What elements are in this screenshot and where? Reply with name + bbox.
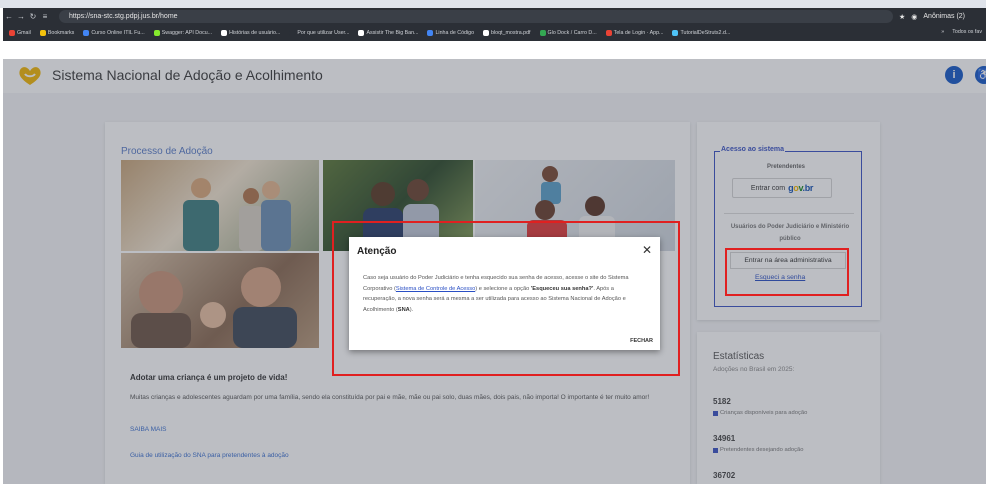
browser-actions: ★ ◉ Anônimas (2) — [899, 10, 965, 23]
login-icon — [605, 30, 612, 36]
bookmark-item[interactable]: Assistir The Big Ban... — [358, 30, 418, 36]
bookmark-item[interactable]: Gmail — [9, 30, 31, 36]
forward-icon[interactable]: → — [15, 12, 27, 21]
star-icon — [39, 30, 46, 36]
bookmarks-right: » Todos os fav — [941, 29, 982, 35]
bookmark-star-icon[interactable]: ★ — [899, 13, 905, 21]
video-icon — [358, 30, 365, 36]
top-strip — [0, 0, 986, 8]
incognito-icon[interactable]: ◉ — [911, 13, 917, 21]
bookmark-item[interactable]: Bookmarks — [39, 30, 74, 36]
gmail-icon — [9, 30, 15, 36]
address-row: ← → ↻ ≡ https://sna-stc.stg.pdpj.jus.br/… — [3, 8, 986, 25]
pdf-icon — [483, 30, 490, 36]
code-icon — [427, 30, 434, 36]
bookmark-item[interactable]: Glo Dock / Carro D... — [539, 30, 597, 36]
overflow-icon[interactable]: » — [941, 29, 944, 35]
profile-label[interactable]: Anônimas (2) — [923, 13, 965, 20]
page-icon — [289, 30, 296, 36]
dock-icon — [539, 30, 546, 36]
browser-chrome: ← → ↻ ≡ https://sna-stc.stg.pdpj.jus.br/… — [3, 8, 986, 41]
url-text: https://sna-stc.stg.pdpj.jus.br/home — [69, 13, 178, 20]
url-bar[interactable]: https://sna-stc.stg.pdpj.jus.br/home — [59, 10, 893, 23]
swagger-icon — [153, 30, 160, 36]
highlight-box — [725, 248, 849, 296]
all-favorites[interactable]: Todos os fav — [952, 29, 982, 35]
bookmark-item[interactable]: Histórias de usuário... — [221, 30, 280, 36]
doc-icon — [221, 30, 228, 36]
bookmark-item[interactable]: TutorialDeStruts2.d... — [672, 30, 730, 36]
bookmark-item[interactable]: bloqt_mostra.pdf — [483, 30, 531, 36]
highlight-box — [332, 221, 680, 376]
bookmark-item[interactable]: Por que utilizar User... — [289, 30, 349, 36]
back-icon[interactable]: ← — [3, 12, 15, 21]
bookmarks-bar: Gmail Bookmarks Curso Online ITIL Fu... … — [3, 26, 986, 40]
course-icon — [83, 30, 90, 36]
reload-icon[interactable]: ↻ — [27, 12, 39, 21]
screenshot-frame: ← → ↻ ≡ https://sna-stc.stg.pdpj.jus.br/… — [0, 0, 986, 484]
bookmark-item[interactable]: Swagger: API Docu... — [153, 30, 212, 36]
tutorial-icon — [672, 30, 679, 36]
bookmark-item[interactable]: Curso Online ITIL Fu... — [83, 30, 145, 36]
bookmark-item[interactable]: Tela de Login · App... — [605, 30, 663, 36]
bookmark-item[interactable]: Linha de Código — [427, 30, 474, 36]
site-settings-icon[interactable]: ≡ — [39, 12, 51, 21]
